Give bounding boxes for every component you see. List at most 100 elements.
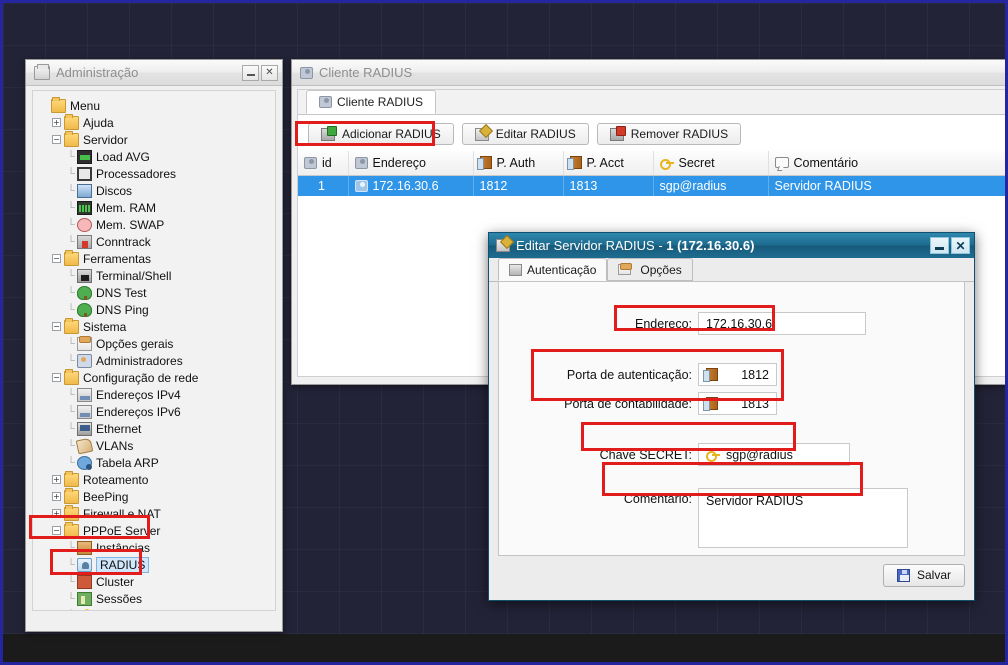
grid-toolbar[interactable]: Adicionar RADIUS Editar RADIUS Remover R… [298, 115, 1008, 151]
door-icon [706, 397, 718, 410]
tree-item-label: Ethernet [96, 422, 141, 436]
navigation-tree[interactable]: Menu+Ajuda − Servidor└Load AVG└Processador… [33, 91, 275, 611]
field-porta-auth-input[interactable]: 1812 [698, 363, 777, 386]
cell-comentario[interactable]: Servidor RADIUS [768, 175, 1008, 196]
cliente-radius-titlebar[interactable]: Cliente RADIUS [292, 60, 1008, 86]
cell-secret[interactable]: sgp@radius [653, 175, 768, 196]
tree-item-endere-os-ipv4[interactable]: └Endereços IPv4 [39, 386, 275, 403]
cell-value: 1 [318, 179, 325, 193]
radius-clients-table[interactable]: id Endereço P. Auth P. Acct Secret Comen… [298, 151, 1008, 196]
tree-item-vlans[interactable]: └VLANs [39, 437, 275, 454]
column-header-p-acct[interactable]: P. Acct [563, 151, 653, 175]
tree-item-dns-ping[interactable]: └DNS Ping [39, 301, 275, 318]
close-icon[interactable]: ✕ [951, 237, 970, 254]
tree-item-processadores[interactable]: └Processadores [39, 165, 275, 182]
column-header-p-auth[interactable]: P. Auth [473, 151, 563, 175]
tree-item-label: Servidor [83, 133, 128, 147]
dialog-title: Editar Servidor RADIUS - 1 (172.16.30.6) [516, 238, 930, 253]
administracao-window[interactable]: Administração ✕ Menu+Ajuda − Servidor└Load… [25, 59, 283, 632]
column-header-secret[interactable]: Secret [653, 151, 768, 175]
column-header-endereco[interactable]: Endereço [348, 151, 473, 175]
radius-icon [77, 558, 92, 572]
column-header-id[interactable]: id [298, 151, 348, 175]
tree-item-sess-es[interactable]: └Sessões [39, 590, 275, 607]
tree-item-load-avg[interactable]: └Load AVG [39, 148, 275, 165]
administracao-titlebar[interactable]: Administração ✕ [26, 60, 282, 86]
tree-item-configura-o-de-rede[interactable]: −Configuração de rede [39, 369, 275, 386]
salvar-button[interactable]: Salvar [883, 564, 965, 587]
editar-servidor-radius-dialog[interactable]: Editar Servidor RADIUS - 1 (172.16.30.6)… [488, 232, 975, 601]
tree-item-conntrack[interactable]: └Conntrack [39, 233, 275, 250]
tree-item-sistema[interactable]: −Sistema [39, 318, 275, 335]
cell-endereco[interactable]: 172.16.30.6 [348, 175, 473, 196]
tab-opcoes[interactable]: Opções [607, 258, 692, 281]
tree-item-label: Visualizar colmeia [96, 609, 193, 612]
tree-item-visualizar-colmeia[interactable]: └Visualizar colmeia [39, 607, 275, 611]
tab-autenticacao[interactable]: Autenticação [498, 258, 607, 281]
tree-item-inst-ncias[interactable]: └Instâncias [39, 539, 275, 556]
tree-item-servidor[interactable]: − Servidor [39, 131, 275, 148]
minimize-icon[interactable] [930, 237, 949, 254]
tree-item-firewall-e-nat[interactable]: +Firewall e NAT [39, 505, 275, 522]
tab-label: Opções [640, 263, 681, 277]
tree-item-op-es-gerais[interactable]: └Opções gerais [39, 335, 275, 352]
folder-icon [64, 116, 79, 130]
tree-item-pppoe-server[interactable]: −PPPoE Server [39, 522, 275, 539]
collapse-icon[interactable]: − [52, 135, 61, 144]
tree-item-label: Mem. SWAP [96, 218, 164, 232]
cell-p-acct[interactable]: 1813 [563, 175, 653, 196]
tree-item-mem-swap[interactable]: └Mem. SWAP [39, 216, 275, 233]
remover-radius-button[interactable]: Remover RADIUS [597, 123, 741, 145]
tree-item-roteamento[interactable]: +Roteamento [39, 471, 275, 488]
tree-item-dns-test[interactable]: └DNS Test [39, 284, 275, 301]
dialog-tab-bar[interactable]: Autenticação Opções [489, 258, 974, 282]
field-comentario-textarea[interactable]: Servidor RADIUS [698, 488, 908, 548]
tree-item-discos[interactable]: └Discos [39, 182, 275, 199]
cell-p-auth[interactable]: 1812 [473, 175, 563, 196]
tab-cliente-radius[interactable]: Cliente RADIUS [306, 90, 436, 114]
expand-icon[interactable]: + [52, 475, 61, 484]
tree-icon [77, 286, 92, 300]
tree-item-cluster[interactable]: └Cluster [39, 573, 275, 590]
field-porta-acct-input[interactable]: 1813 [698, 392, 777, 415]
swap-icon [77, 218, 92, 232]
tree-item-mem-ram[interactable]: └Mem. RAM [39, 199, 275, 216]
folder-icon [64, 507, 79, 521]
tree-item-administradores[interactable]: └Administradores [39, 352, 275, 369]
folder-icon [64, 252, 79, 266]
dialog-window-buttons[interactable]: ✕ [930, 237, 970, 254]
field-endereco-input[interactable]: 172.16.30.6 [698, 312, 866, 335]
tree-item-ethernet[interactable]: └Ethernet [39, 420, 275, 437]
edit-icon [475, 128, 489, 141]
adicionar-radius-button[interactable]: Adicionar RADIUS [308, 123, 454, 145]
collapse-icon[interactable]: − [52, 322, 61, 331]
tab-bar[interactable]: Cliente RADIUS [298, 90, 1008, 115]
tree-item-ajuda[interactable]: +Ajuda [39, 114, 275, 131]
table-row[interactable]: 1 172.16.30.6 1812 1813 sgp@radius Servi… [298, 175, 1008, 196]
column-label: P. Auth [497, 156, 536, 170]
minimize-icon[interactable] [242, 65, 259, 81]
field-secret-input[interactable]: sgp@radius [698, 443, 850, 466]
collapse-icon[interactable]: − [52, 526, 61, 535]
column-header-comentario[interactable]: Comentário [768, 151, 1008, 175]
collapse-icon[interactable]: − [52, 254, 61, 263]
tree-item-tabela-arp[interactable]: └Tabela ARP [39, 454, 275, 471]
folder-icon [64, 320, 79, 334]
tree-item-label: Tabela ARP [96, 456, 159, 470]
editar-radius-button[interactable]: Editar RADIUS [462, 123, 589, 145]
tree-item-menu[interactable]: Menu [39, 97, 275, 114]
expand-icon[interactable]: + [52, 509, 61, 518]
tree-item-terminal-shell[interactable]: └Terminal/Shell [39, 267, 275, 284]
expand-icon[interactable]: + [52, 492, 61, 501]
tree-item-radius[interactable]: └RADIUS [39, 556, 275, 573]
administracao-window-buttons[interactable]: ✕ [242, 65, 278, 81]
close-icon[interactable]: ✕ [261, 65, 278, 81]
tree-item-ferramentas[interactable]: −Ferramentas [39, 250, 275, 267]
collapse-icon[interactable]: − [52, 373, 61, 382]
expand-icon[interactable]: + [52, 118, 61, 127]
tree-panel[interactable]: Menu+Ajuda − Servidor└Load AVG└Processador… [32, 90, 276, 611]
dialog-titlebar[interactable]: Editar Servidor RADIUS - 1 (172.16.30.6)… [489, 233, 974, 258]
tree-item-endere-os-ipv6[interactable]: └Endereços IPv6 [39, 403, 275, 420]
tree-item-beeping[interactable]: +BeePing [39, 488, 275, 505]
cell-id[interactable]: 1 [298, 175, 348, 196]
